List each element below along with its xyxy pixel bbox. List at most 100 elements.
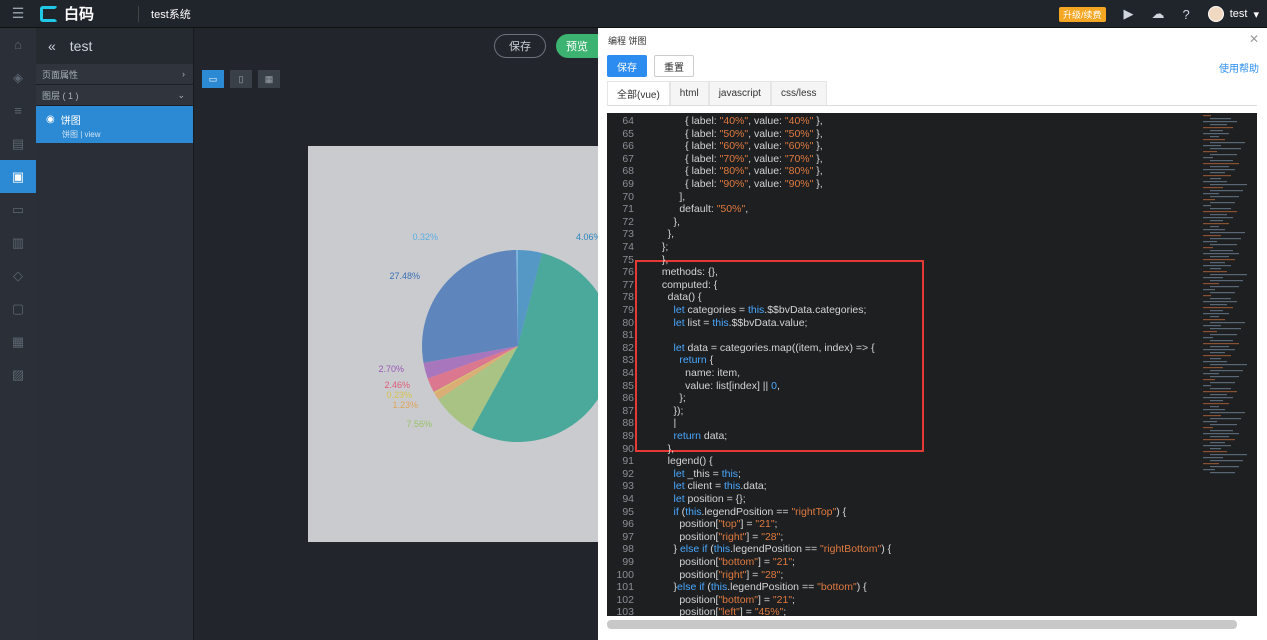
nav-doc-icon[interactable]: ▥ [0, 226, 36, 259]
nav-grid-icon[interactable]: ▦ [0, 325, 36, 358]
code-line[interactable]: 88 | [607, 417, 1207, 430]
nav-image-icon[interactable]: ▨ [0, 358, 36, 391]
code-line[interactable]: 91 legend() { [607, 455, 1207, 468]
minimap-line [1210, 256, 1229, 258]
line-number: 103 [616, 606, 634, 616]
code-line[interactable]: 80 let list = this.$$bvData.value; [607, 317, 1207, 330]
code-line[interactable]: 103 position["left"] = "45%"; [607, 606, 1207, 616]
minimap-line [1210, 130, 1223, 132]
code-line[interactable]: 66 { label: "60%", value: "60%" }, [607, 140, 1207, 153]
code-line[interactable]: 102 position["bottom"] = "21"; [607, 594, 1207, 607]
support-icon[interactable]: ☁ [1152, 6, 1165, 22]
code-line[interactable]: 96 position["top"] = "21"; [607, 518, 1207, 531]
code-line[interactable]: 100 position["right"] = "28"; [607, 569, 1207, 582]
code-line[interactable]: 94 let position = {}; [607, 493, 1207, 506]
code-line[interactable]: 65 { label: "50%", value: "50%" }, [607, 128, 1207, 141]
tab-all-vue[interactable]: 全部(vue) [607, 81, 670, 105]
back-icon[interactable]: « [48, 38, 56, 54]
code-line[interactable]: 68 { label: "80%", value: "80%" }, [607, 165, 1207, 178]
code-line[interactable]: 71 default: "50%", [607, 203, 1207, 216]
user-menu[interactable]: test ▾ [1207, 6, 1259, 22]
tab-javascript[interactable]: javascript [708, 81, 771, 105]
code-line[interactable]: 92 let _this = this; [607, 468, 1207, 481]
code-line[interactable]: 77 computed: { [607, 279, 1207, 292]
nav-screen-icon[interactable]: ▣ [0, 160, 36, 193]
grid-icon[interactable]: ▦ [258, 70, 280, 88]
code-line[interactable]: 64 { label: "40%", value: "40%" }, [607, 115, 1207, 128]
horizontal-scrollbar[interactable] [607, 620, 1237, 629]
code-line[interactable]: 89 return data; [607, 430, 1207, 443]
minimap-line [1210, 430, 1233, 432]
minimap-line [1210, 172, 1225, 174]
code-line[interactable]: 73 }, [607, 228, 1207, 241]
pie-chart[interactable]: 0.32% 4.06% 27.48% 2.70% 2.46%0.23%1.23% 7.56… [308, 146, 614, 542]
code-line[interactable]: 79 let categories = this.$$bvData.catego… [607, 304, 1207, 317]
line-number: 64 [622, 115, 634, 127]
code-line[interactable]: 78 data() { [607, 291, 1207, 304]
nav-list-icon[interactable]: ≡ [0, 94, 36, 127]
code-line[interactable]: 72 }, [607, 216, 1207, 229]
code-line[interactable]: 83 return { [607, 354, 1207, 367]
code-line[interactable]: 87 }); [607, 405, 1207, 418]
minimap-line [1203, 163, 1239, 165]
minimap-line [1210, 436, 1229, 438]
code-line[interactable]: 97 position["right"] = "28"; [607, 531, 1207, 544]
code-editor[interactable]: 64 { label: "40%", value: "40%" }, 65 { l… [607, 113, 1257, 616]
save-button[interactable]: 保存 [494, 34, 546, 58]
brand[interactable]: 白码 [40, 3, 94, 24]
line-number: 85 [622, 379, 634, 392]
code-minimap[interactable] [1203, 115, 1251, 475]
minimap-line [1210, 286, 1239, 288]
modal-save-button[interactable]: 保存 [607, 55, 647, 77]
design-canvas[interactable]: 0.32% 4.06% 27.48% 2.70% 2.46%0.23%1.23% 7.56… [308, 146, 614, 542]
nav-page-icon[interactable]: ▤ [0, 127, 36, 160]
minimap-line [1210, 136, 1219, 138]
preview-button[interactable]: 预览 [556, 34, 598, 58]
tab-css-less[interactable]: css/less [770, 81, 827, 105]
code-line[interactable]: 99 position["bottom"] = "21"; [607, 556, 1207, 569]
code-line[interactable]: 75 }, [607, 254, 1207, 267]
page-props-row[interactable]: 页面属性 › [36, 64, 193, 85]
modal-reset-button[interactable]: 重置 [654, 55, 694, 77]
tab-html[interactable]: html [669, 81, 709, 105]
code-line[interactable]: 70 ], [607, 191, 1207, 204]
minimap-line [1203, 175, 1231, 177]
minimap-line [1203, 343, 1239, 345]
nav-lock-icon[interactable]: ▢ [0, 292, 36, 325]
code-line[interactable]: 85 value: list[index] || 0, [607, 380, 1207, 393]
play-icon[interactable]: ▶ [1124, 6, 1134, 22]
line-number: 65 [622, 127, 634, 140]
code-line[interactable]: 76 methods: {}, [607, 266, 1207, 279]
code-line[interactable]: 95 if (this.legendPosition == "rightTop"… [607, 506, 1207, 519]
code-line[interactable]: 90 }, [607, 443, 1207, 456]
code-line[interactable]: 86 }; [607, 392, 1207, 405]
code-line[interactable]: 67 { label: "70%", value: "70%" }, [607, 153, 1207, 166]
help-icon[interactable]: ? [1183, 7, 1190, 22]
nav-monitor-icon[interactable]: ▭ [0, 193, 36, 226]
line-number: 71 [622, 203, 634, 216]
nav-cube-icon[interactable]: ◈ [0, 61, 36, 94]
desktop-icon[interactable]: ▭ [202, 70, 224, 88]
code-line[interactable]: 98 } else if (this.legendPosition == "ri… [607, 543, 1207, 556]
code-line[interactable]: 69 { label: "90%", value: "90%" }, [607, 178, 1207, 191]
code-line[interactable]: 74 }; [607, 241, 1207, 254]
code-line[interactable]: 101 }else if (this.legendPosition == "bo… [607, 581, 1207, 594]
layers-label: 图层 ( 1 ) [42, 90, 79, 101]
layer-item[interactable]: ◉ 饼图 饼图 | view [36, 106, 193, 143]
line-number: 81 [622, 329, 634, 342]
upgrade-badge[interactable]: 升级/续费 [1058, 6, 1106, 22]
code-line[interactable]: 93 let client = this.data; [607, 480, 1207, 493]
code-line[interactable]: 82 let data = categories.map((item, inde… [607, 342, 1207, 355]
help-link[interactable]: 使用帮助 [1219, 60, 1259, 75]
eye-icon[interactable]: ◉ [46, 114, 55, 125]
nav-layers-icon[interactable]: ◇ [0, 259, 36, 292]
mobile-icon[interactable]: ▯ [230, 70, 252, 88]
line-number: 100 [616, 568, 634, 581]
menu-icon[interactable]: ☰ [0, 0, 36, 28]
layers-row[interactable]: 图层 ( 1 ) ⌄ [36, 85, 193, 106]
nav-home-icon[interactable]: ⌂ [0, 28, 36, 61]
close-icon[interactable]: ✕ [1249, 32, 1259, 46]
code-line[interactable]: 81 [607, 329, 1207, 342]
code-line[interactable]: 84 name: item, [607, 367, 1207, 380]
system-name[interactable]: test系统 [138, 5, 191, 22]
